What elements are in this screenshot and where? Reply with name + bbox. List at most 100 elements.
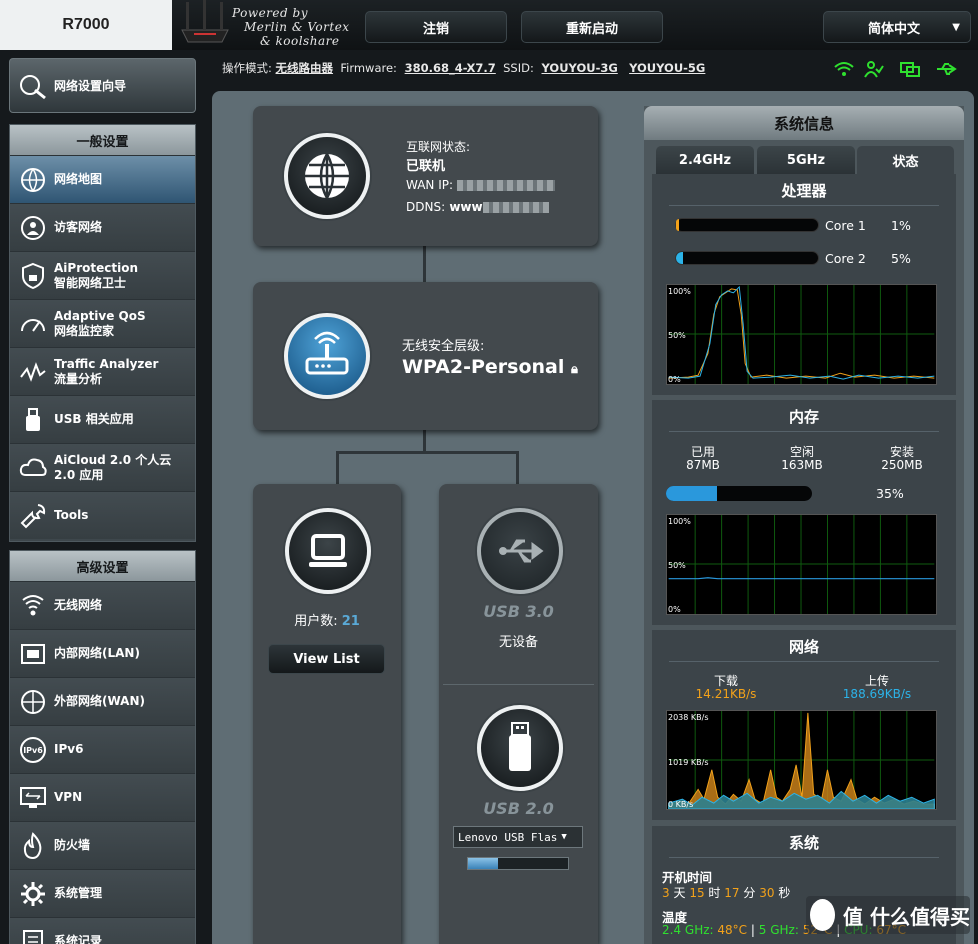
globe-icon [305,153,349,199]
usb2-status-icon[interactable] [477,705,563,791]
clients-status-icon[interactable] [285,508,371,594]
router-image [181,0,229,43]
wan-ip-row: WAN IP: [406,178,555,192]
clients-icon[interactable] [862,60,884,78]
internet-status-icon[interactable] [284,133,370,219]
net-graph-label-zero: 0 KB/s [668,800,694,809]
usb-drive-icon [26,407,40,431]
usb-drive-icon [509,722,531,771]
usb2-label: USB 2.0 [483,799,554,818]
ssid-24-link[interactable]: YOUYOU-3G [542,61,618,75]
sidebar-item-administration[interactable]: 系统管理 [10,869,195,917]
mode-link[interactable]: 无线路由器 [276,61,334,75]
reboot-button[interactable]: 重新启动 [521,11,663,43]
memory-graph [666,514,937,615]
sidebar-item-adaptive-qos[interactable]: Adaptive QoS 网络监控家 [10,299,195,347]
usb3-status: 无设备 [498,635,538,650]
chevron-down-icon: ▼ [561,832,567,842]
tab-label: 状态 [892,154,919,170]
advanced-menu: 高级设置 无线网络 内部网络(LAN) 外部网络(WAN) IPv6 IPv6 … [9,550,196,944]
firmware-label: Firmware: [340,61,397,75]
core1-label: Core 1 [825,218,866,233]
tab-5ghz[interactable]: 5GHz [757,146,855,174]
sidebar-item-label: Adaptive QoS [54,308,146,323]
sidebar-item-label: 防火墙 [54,838,91,852]
sidebar-item-system-log[interactable]: 系统记录 [10,917,195,944]
network-icon[interactable] [899,60,921,78]
temp-24-value: 48°C [717,923,748,937]
core2-percent: 5% [891,251,911,266]
view-list-button[interactable]: View List [268,644,385,674]
wrench-icon [20,503,46,528]
sidebar-item-traffic-analyzer[interactable]: Traffic Analyzer 流量分析 [10,347,195,395]
security-row: WPA2-Personal 🔒︎ [402,356,578,378]
mem-free-value: 163MB [781,458,823,472]
language-label: 简体中文 [868,21,921,37]
ssid-5-link[interactable]: YOUYOU-5G [629,61,705,75]
core2-bar [675,251,819,265]
sidebar-item-wireless[interactable]: 无线网络 [10,581,195,629]
firmware-link[interactable]: 380.68_4-X7.7 [405,61,496,75]
connector-line [423,244,426,284]
ddns-redacted [482,202,549,213]
svg-text:IPv6: IPv6 [23,746,43,755]
usb-status-icon[interactable] [935,60,957,78]
uptime-minutes-unit: 分 [743,886,756,900]
sidebar-item-firewall[interactable]: 防火墙 [10,821,195,869]
sidebar-item-aiprotection[interactable]: AiProtection 智能网络卫士 [10,251,195,299]
connector-line [336,451,339,487]
usb2-device-select[interactable]: Lenovo USB Flas ▼ [453,826,583,848]
upload-value: 188.69KB/s [842,687,912,701]
sidebar-item-tools[interactable]: Tools [10,491,195,539]
temp-5-label: 5 GHz: [758,923,799,937]
network-title: 网络 [669,636,939,662]
sidebar-item-guest-network[interactable]: 访客网络 [10,203,195,251]
router-status-icon[interactable] [284,313,370,399]
sidebar-item-vpn[interactable]: VPN [10,773,195,821]
sidebar-item-label: AiCloud 2.0 个人云 [54,452,172,467]
chevron-down-icon: ▼ [952,21,960,33]
traffic-analyzer-icon [20,361,46,382]
sidebar-item-label: Tools [54,508,89,522]
ddns-label: DDNS: [406,200,446,214]
sidebar-item-ipv6[interactable]: IPv6 IPv6 [10,725,195,773]
net-graph-label-max: 2038 KB/s [668,713,709,722]
model-logo: R7000 [0,0,172,50]
mem-used-value: 87MB [686,458,720,472]
core1-bar [675,218,819,232]
tab-2-4ghz[interactable]: 2.4GHz [656,146,754,174]
logout-button[interactable]: 注销 [365,11,507,43]
sidebar-item-aicloud[interactable]: AiCloud 2.0 个人云 2.0 应用 [10,443,195,491]
tab-status[interactable]: 状态 [857,146,954,174]
tab-label: 5GHz [786,152,826,168]
lock-icon: 🔒︎ [570,362,578,377]
network-wizard-button[interactable]: 网络设置向导 [9,58,196,113]
wifi-icon[interactable] [833,60,855,78]
sidebar-item-network-map[interactable]: 网络地图 [10,155,195,203]
download-value: 14.21KB/s [695,687,757,701]
cpu-graph-label-100: 100% [668,287,691,296]
sidebar-item-lan[interactable]: 内部网络(LAN) [10,629,195,677]
clients-count[interactable]: 21 [342,614,360,629]
usb2-device-name: Lenovo USB Flas [458,830,558,844]
language-select[interactable]: 简体中文 ▼ [823,11,971,43]
uptime-hours: 15 [689,886,705,900]
sidebar-item-usb-apps[interactable]: USB 相关应用 [10,395,195,443]
internet-status-label: 互联网状态: [406,140,471,154]
log-icon [23,929,43,944]
watermark: 值 什么值得买 [806,896,970,934]
cpu-graph-label-0: 0% [668,375,681,384]
powered-by: Powered by Merlin & Vortex & koolshare [232,6,350,48]
memory-fill [666,486,718,501]
sidebar-item-sublabel: 流量分析 [54,371,103,386]
sidebar-item-wan[interactable]: 外部网络(WAN) [10,677,195,725]
internet-status-value: 已联机 [406,159,446,174]
router-icon [305,331,349,375]
watermark-logo [810,899,836,931]
wan-ip-redacted [456,180,555,191]
mem-graph-label-0: 0% [668,605,681,614]
wizard-label: 网络设置向导 [54,79,127,93]
usb3-status-icon[interactable] [477,508,563,594]
clients-label: 用户数: [294,614,338,629]
sidebar-item-label: 系统管理 [54,886,103,900]
